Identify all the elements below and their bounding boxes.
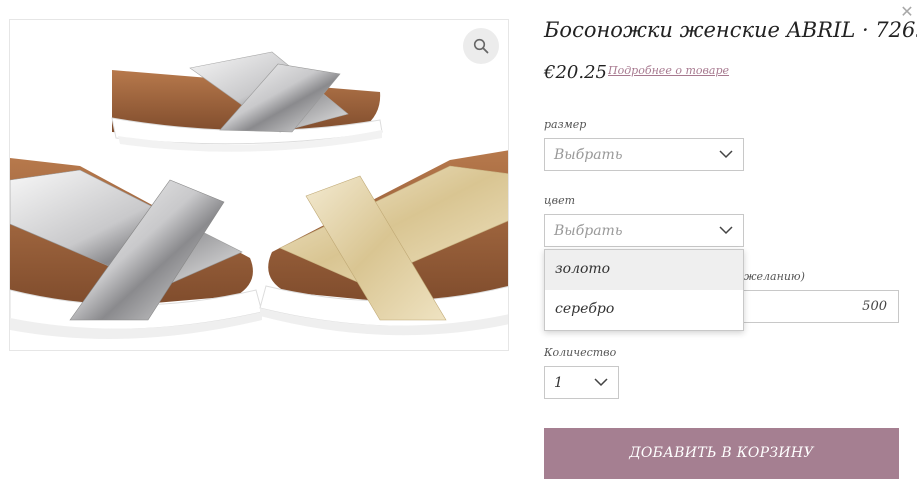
quantity-label: Количество [544,346,617,359]
size-select[interactable]: Выбрать [544,138,744,171]
product-details-link[interactable]: Подробнее о товаре [608,64,729,77]
chevron-down-icon [719,226,733,235]
quantity-select[interactable]: 1 [544,366,619,399]
add-to-cart-button[interactable]: ДОБАВИТЬ В КОРЗИНУ [544,428,899,479]
color-option-gold[interactable]: золото [545,250,743,290]
product-image[interactable] [9,19,509,351]
chevron-down-icon [594,378,608,387]
color-option-silver[interactable]: серебро [545,290,743,330]
color-select-value: Выбрать [554,223,623,239]
size-label: размер [544,118,587,131]
amount-input[interactable]: 500 [744,290,899,323]
zoom-icon [473,38,489,54]
color-select[interactable]: Выбрать [544,214,744,247]
sandals-image [10,51,508,339]
color-dropdown-list: золото серебро [544,249,744,331]
amount-input-value: 500 [862,299,887,314]
product-price: €20.25 [544,62,607,83]
color-label: цвет [544,194,576,207]
product-title: Босоножки женские ABRIL · 7269 [544,18,917,42]
quantity-select-value: 1 [554,375,563,391]
chevron-down-icon [719,150,733,159]
amount-label-partial: желанию) [744,270,805,283]
zoom-button[interactable] [463,28,499,64]
size-select-value: Выбрать [554,147,623,163]
